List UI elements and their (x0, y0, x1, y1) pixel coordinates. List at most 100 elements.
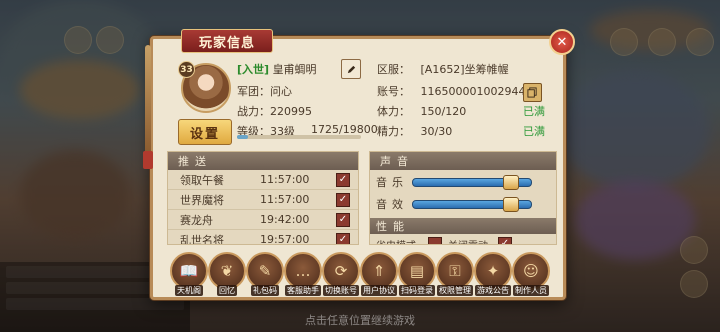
function-button-label: 回忆 (217, 285, 237, 296)
push-item: 乱世名将 19:57:00 ✓ (168, 230, 358, 245)
energy-status: 已满 (523, 125, 545, 138)
function-button-bar: 📖 天机阁 ❦ 回忆 ✎ 礼包码 … 客服助手 ⟳ 切换账号 ⇑ 用户协议 ▤ 扫码登录 ⚿ 权限管理 ✦ 游戏公… (166, 252, 550, 296)
lock-icon: ⚿ (449, 262, 461, 280)
function-button-label: 礼包码 (251, 285, 279, 296)
player-name-row: [入世] 皇甫蜩明 (237, 61, 317, 77)
stamina-row: 体力： 150/120 (377, 103, 466, 119)
switch-icon: ⟳ (334, 262, 348, 280)
exp-bar-fill (237, 135, 248, 139)
dialog-title: 玩家信息 (181, 29, 273, 53)
effect-slider-handle[interactable] (502, 197, 519, 212)
push-item-checkbox[interactable]: ✓ (336, 233, 350, 244)
faction-tag: [入世] (237, 63, 270, 76)
function-button-label: 天机阁 (175, 285, 203, 296)
function-button[interactable]: ☺ 制作人员 (512, 252, 550, 296)
push-item-name: 赛龙舟 (180, 213, 213, 227)
function-button[interactable]: ✦ 游戏公告 (474, 252, 512, 296)
function-button[interactable]: ⇑ 用户协议 (360, 252, 398, 296)
function-button-label: 制作人员 (513, 285, 549, 296)
hanging-cord (145, 45, 151, 155)
energy-label: 精力： (377, 125, 410, 138)
stamina-status: 已满 (523, 105, 545, 118)
effect-label: 音效 (376, 198, 408, 211)
push-item-time: 19:42:00 (260, 213, 310, 226)
function-button[interactable]: ✎ 礼包码 (246, 252, 284, 296)
close-button[interactable]: ✕ (549, 29, 575, 55)
settings-button[interactable]: 设置 (178, 119, 232, 145)
push-item-time: 19:57:00 (260, 233, 310, 245)
push-item-checkbox[interactable]: ✓ (336, 173, 350, 187)
power-save-checkbox[interactable] (428, 237, 442, 244)
copy-account-button[interactable] (523, 83, 542, 102)
push-title: 推送 (168, 152, 358, 170)
function-button-label: 扫码登录 (399, 285, 435, 296)
function-button[interactable]: … 客服助手 (284, 252, 322, 296)
push-item-checkbox[interactable]: ✓ (336, 213, 350, 227)
push-item-name: 乱世名将 (180, 233, 224, 245)
pencil-icon (347, 65, 355, 73)
power-label: 战力： (237, 105, 270, 118)
music-slider-row: 音乐 (370, 170, 556, 192)
push-panel: 推送 领取午餐 11:57:00 ✓ 世界魔将 11:57:00 ✓ 赛龙舟 19:42:00… (167, 151, 359, 245)
perf-title: 性能 (370, 218, 556, 234)
server-value: [A1652]坐筹帷幄 (420, 63, 509, 76)
power-row: 战力：220995 (237, 103, 312, 119)
energy-value: 30/30 (420, 125, 453, 138)
book-icon: 📖 (179, 262, 199, 280)
tassel (143, 151, 153, 169)
account-label: 账号： (377, 85, 410, 98)
function-button[interactable]: 📖 天机阁 (170, 252, 208, 296)
account-id: 116500001002944 (420, 85, 526, 98)
account-row: 账号： 116500001002944 (377, 83, 525, 99)
function-button[interactable]: ▤ 扫码登录 (398, 252, 436, 296)
level-badge: 33 (178, 61, 195, 78)
guild-row: 军团：问心 (237, 83, 292, 99)
push-item-checkbox[interactable]: ✓ (336, 193, 350, 207)
guild-label: 军团： (237, 85, 270, 98)
up-arrow-icon: ⇑ (372, 262, 386, 280)
sound-title: 声音 (370, 152, 556, 170)
vibrate-label: 关闭震动 (448, 237, 488, 244)
push-list: 领取午餐 11:57:00 ✓ 世界魔将 11:57:00 ✓ 赛龙舟 19:42:00 ✓ 乱世… (168, 170, 358, 245)
push-item: 领取午餐 11:57:00 ✓ (168, 170, 358, 190)
vibrate-checkbox[interactable]: ✓ (498, 237, 512, 244)
leaf-icon: ❦ (220, 262, 234, 280)
push-item: 世界魔将 11:57:00 ✓ (168, 190, 358, 210)
scan-icon: ▤ (409, 262, 425, 280)
people-icon: ☺ (523, 262, 539, 280)
function-button-label: 用户协议 (361, 285, 397, 296)
edit-name-button[interactable] (341, 59, 361, 79)
server-label: 区服： (377, 63, 410, 76)
stamina-label: 体力： (377, 105, 410, 118)
push-item-time: 11:57:00 (260, 173, 310, 186)
player-name: 皇甫蜩明 (272, 63, 317, 76)
chat-icon: … (295, 262, 311, 280)
effect-slider-row: 音效 (370, 192, 556, 214)
energy-row: 精力： 30/30 (377, 123, 452, 139)
close-icon: ✕ (556, 34, 568, 50)
push-item-name: 领取午餐 (180, 173, 224, 187)
music-label: 音乐 (376, 176, 408, 189)
perf-options: 省电模式 关闭震动 ✓ (370, 234, 556, 244)
function-button-label: 客服助手 (285, 285, 321, 296)
continue-hint: 点击任意位置继续游戏 (305, 314, 415, 327)
horn-icon: ✦ (486, 262, 500, 280)
power-save-label: 省电模式 (376, 237, 416, 244)
guild-value: 问心 (270, 85, 292, 98)
copy-icon (527, 87, 537, 98)
ticket-icon: ✎ (258, 262, 272, 280)
push-item-name: 世界魔将 (180, 193, 224, 207)
push-item-time: 11:57:00 (260, 193, 310, 206)
push-item: 赛龙舟 19:42:00 ✓ (168, 210, 358, 230)
exp-bar (237, 135, 361, 139)
power-value: 220995 (270, 105, 312, 118)
function-button-label: 游戏公告 (475, 285, 511, 296)
function-button-label: 切换账号 (323, 285, 359, 296)
music-slider-handle[interactable] (502, 175, 519, 190)
stamina-value: 150/120 (420, 105, 467, 118)
function-button-label: 权限管理 (437, 285, 473, 296)
function-button[interactable]: ⟳ 切换账号 (322, 252, 360, 296)
server-row: 区服： [A1652]坐筹帷幄 (377, 61, 509, 77)
function-button[interactable]: ❦ 回忆 (208, 252, 246, 296)
function-button[interactable]: ⚿ 权限管理 (436, 252, 474, 296)
